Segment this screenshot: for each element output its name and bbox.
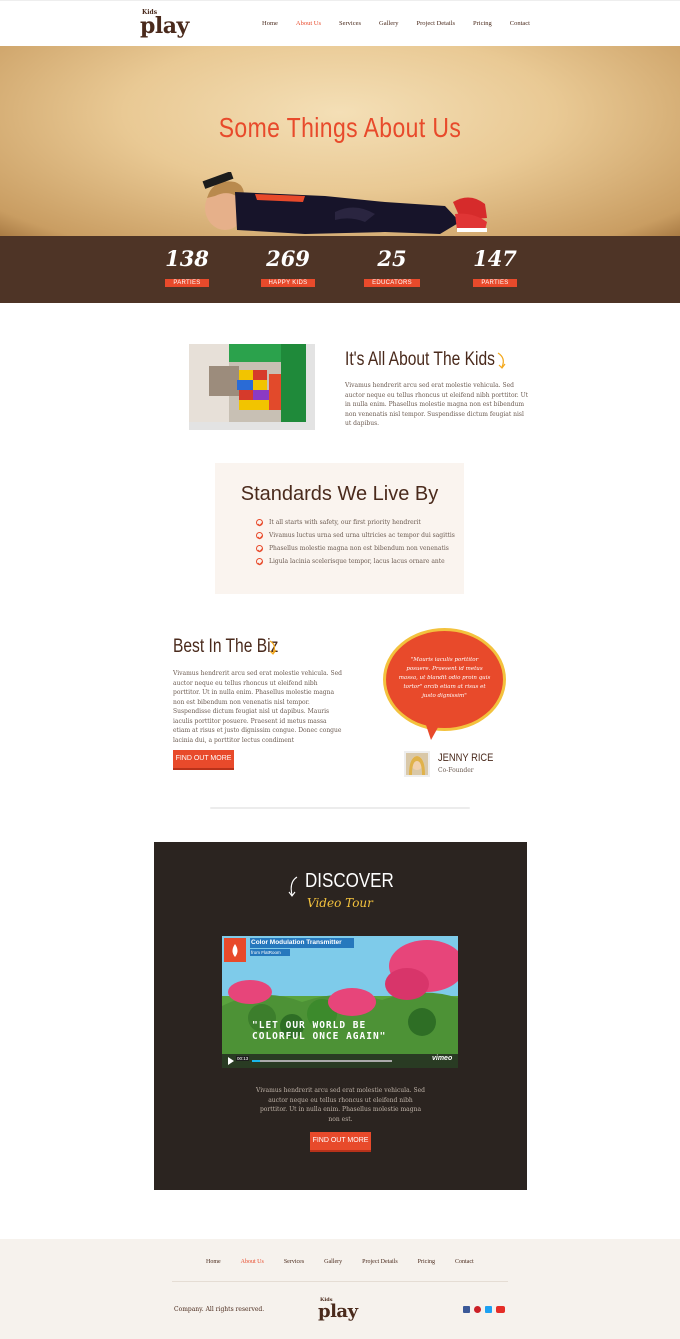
stat-number: 269 <box>266 246 310 271</box>
footer-logo-big-text: play <box>318 1301 358 1322</box>
standards-item-text: Phasellus molestie magna non est bibendu… <box>269 545 449 552</box>
nav-services[interactable]: Services <box>339 20 361 27</box>
logo[interactable]: Kids play <box>140 9 189 39</box>
footer-nav: Home About Us Services Gallery Project D… <box>206 1259 474 1265</box>
kids-text: Vivamus hendrerit arcu sed erat molestie… <box>345 382 529 427</box>
person-role: Co-Founder <box>438 767 474 774</box>
check-icon <box>256 558 263 565</box>
standards-item-text: Vivamus luctus urna sed urna ultricies a… <box>269 532 455 539</box>
footer-nav-home[interactable]: Home <box>206 1259 221 1265</box>
kids-title: It's All About The Kids <box>345 349 495 370</box>
footer-nav-about-us[interactable]: About Us <box>241 1259 264 1265</box>
standards-item-text: Ligula lacinia scelerisque tempor, lacus… <box>269 558 445 565</box>
footer-nav-contact[interactable]: Contact <box>455 1259 474 1265</box>
video-time: 00:13 <box>236 1056 250 1061</box>
person-name: JENNY RICE <box>438 752 494 764</box>
discover-text: Vivamus hendrerit arcu sed erat molestie… <box>256 1087 425 1123</box>
video-overlay-text: "LET OUR WORLD BE COLORFUL ONCE AGAIN" <box>252 1020 387 1042</box>
hero-title: Some Things About Us <box>218 112 462 143</box>
kids-blocks-image <box>189 344 306 422</box>
biz-find-out-more-button[interactable]: FIND OUT MORE <box>173 750 234 770</box>
nav-project-details[interactable]: Project Details <box>417 20 455 27</box>
video-player[interactable]: Color Modulation Transmitter from FlatRo… <box>222 936 458 1068</box>
standards-item: Ligula lacinia scelerisque tempor, lacus… <box>256 558 445 565</box>
twitter-icon[interactable] <box>485 1306 492 1313</box>
discover-find-out-more-button[interactable]: FIND OUT MORE <box>310 1132 371 1152</box>
nav-pricing[interactable]: Pricing <box>473 20 492 27</box>
video-title[interactable]: Color Modulation Transmitter <box>251 939 342 946</box>
arrow-icon <box>497 352 506 369</box>
footer-nav-services[interactable]: Services <box>284 1259 304 1265</box>
biz-text: Vivamus hendrerit arcu sed erat molestie… <box>173 670 342 744</box>
social-links <box>463 1306 505 1313</box>
nav-home[interactable]: Home <box>262 20 278 27</box>
section-divider <box>210 807 470 809</box>
stat-label: HAPPY KIDS <box>260 279 316 287</box>
facebook-icon[interactable] <box>463 1306 470 1313</box>
youtube-icon[interactable] <box>496 1306 505 1313</box>
stat-number: 147 <box>473 246 517 271</box>
video-from[interactable]: from FlatRoom <box>251 950 281 955</box>
check-icon <box>256 519 263 526</box>
pinterest-icon[interactable] <box>474 1306 481 1313</box>
hero-kid-image <box>202 172 487 234</box>
footer-logo[interactable]: Kids play <box>318 1297 358 1322</box>
stat-happy-kids: 269 HAPPY KIDS <box>253 248 323 288</box>
quote-bubble-tail <box>425 722 441 740</box>
stat-label: PARTIES <box>473 279 517 287</box>
nav-gallery[interactable]: Gallery <box>379 20 399 27</box>
stat-label: PARTIES <box>165 279 209 287</box>
stat-number: 25 <box>377 246 407 271</box>
arrow-icon <box>288 876 298 897</box>
standards-item-text: It all starts with safety, our first pri… <box>269 519 421 526</box>
avatar <box>404 751 430 777</box>
nav-contact[interactable]: Contact <box>510 20 530 27</box>
biz-title: Best In The Biz <box>173 636 279 657</box>
footer-nav-gallery[interactable]: Gallery <box>324 1259 342 1265</box>
check-icon <box>256 532 263 539</box>
stats-band <box>0 236 680 303</box>
discover-subtitle: Video Tour <box>307 896 373 910</box>
standards-item: Vivamus luctus urna sed urna ultricies a… <box>256 532 455 539</box>
footer-nav-project-details[interactable]: Project Details <box>362 1259 398 1265</box>
stat-label: EDUCATORS <box>364 279 420 287</box>
check-icon <box>256 545 263 552</box>
standards-item: Phasellus molestie magna non est bibendu… <box>256 545 449 552</box>
logo-big-text: play <box>140 13 189 39</box>
stat-parties: 138 PARTIES <box>152 248 222 288</box>
stat-number: 138 <box>165 246 209 271</box>
arrow-icon <box>269 640 277 655</box>
standards-title: Standards We Live By <box>240 483 439 505</box>
discover-title: DISCOVER <box>305 870 394 892</box>
main-nav: Home About Us Services Gallery Project D… <box>262 20 530 27</box>
nav-about-us[interactable]: About Us <box>296 20 321 27</box>
quote-text: "Mauris iaculis porttitor posuere. Praes… <box>398 657 491 699</box>
vimeo-logo[interactable]: vimeo <box>432 1055 452 1062</box>
stat-parties-2: 147 PARTIES <box>460 248 530 288</box>
copyright: Company. All rights reserved. <box>174 1306 265 1313</box>
kids-photo <box>189 344 315 430</box>
footer-nav-pricing[interactable]: Pricing <box>418 1259 435 1265</box>
standards-item: It all starts with safety, our first pri… <box>256 519 421 526</box>
site-footer <box>0 1239 680 1339</box>
video-thumbnail <box>222 936 458 1068</box>
footer-divider <box>172 1281 508 1282</box>
stat-educators: 25 EDUCATORS <box>357 248 427 288</box>
